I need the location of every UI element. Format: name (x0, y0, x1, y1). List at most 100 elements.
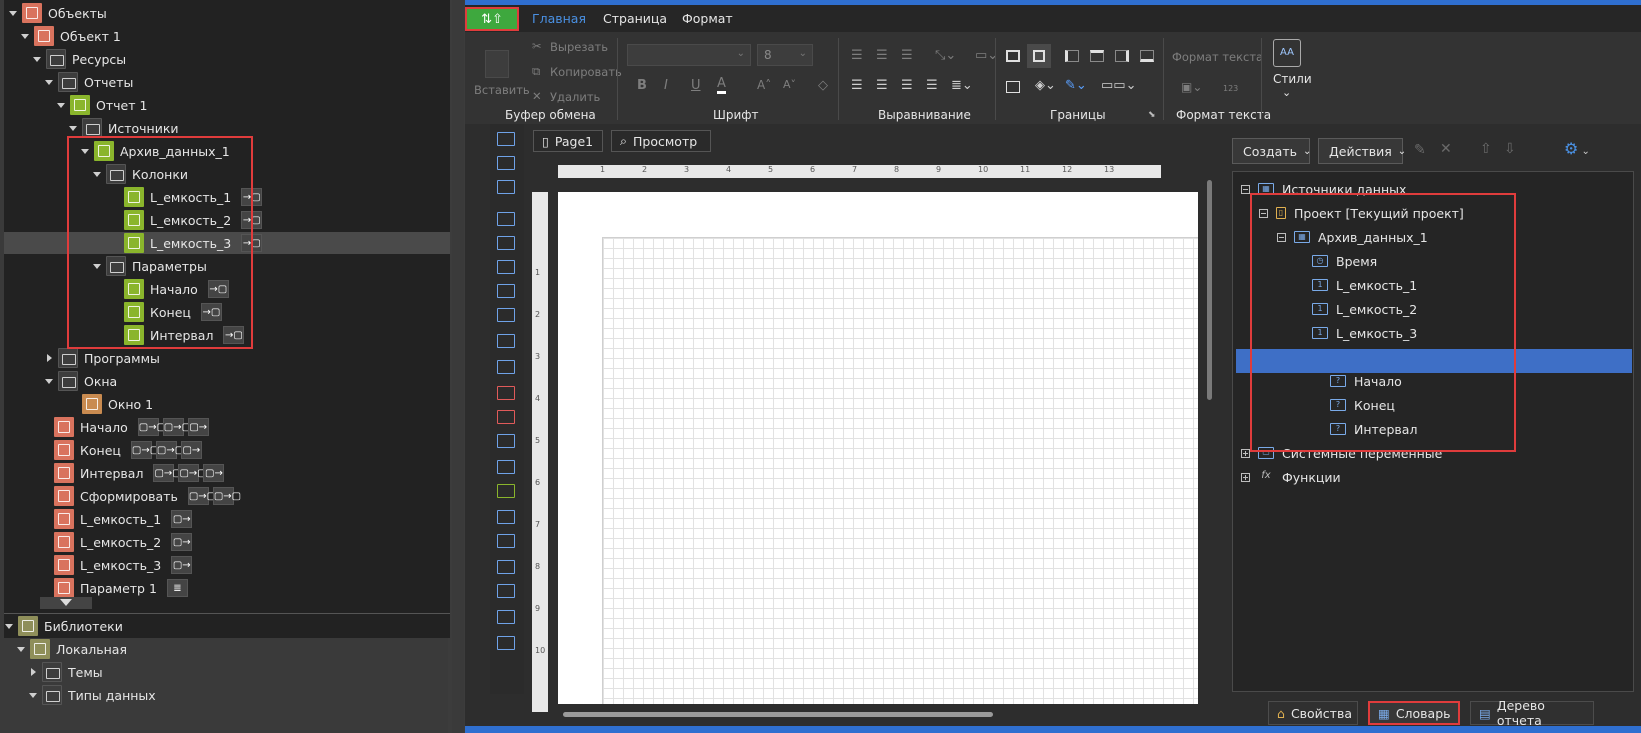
expand-icon[interactable] (1241, 472, 1250, 482)
tree-item[interactable]: Конец ▢→▢ ▢→▢ ▢→ (40, 439, 202, 461)
copy-button[interactable]: Копировать (550, 65, 622, 79)
chevron-down-icon[interactable] (4, 621, 14, 631)
toolbox-component-icon[interactable] (497, 484, 515, 498)
tree-action-button[interactable]: ▢→▢ (155, 441, 184, 459)
canvas-horizontal-scrollbar[interactable] (563, 712, 993, 717)
bold-button[interactable]: B (637, 78, 647, 93)
align-top-left-icon[interactable]: ☰ (851, 48, 863, 63)
create-button[interactable]: Создать ⌄ (1232, 138, 1311, 164)
chevron-down-icon[interactable] (8, 8, 18, 18)
tree-item[interactable]: Параметр 1 ≣ (40, 577, 188, 599)
tree-item[interactable]: Ресурсы (32, 48, 132, 70)
font-color-button[interactable]: A (717, 76, 726, 94)
font-grow-button[interactable]: A˄ (757, 78, 771, 92)
styles-icon[interactable]: AA (1273, 39, 1301, 67)
toolbox-component-icon[interactable] (497, 156, 515, 170)
toolbox-component-icon[interactable] (497, 410, 515, 424)
tree-action-button[interactable]: ▢→▢ (130, 441, 159, 459)
align-center-icon[interactable]: ☰ (876, 78, 888, 93)
align-top-right-icon[interactable]: ☰ (901, 48, 913, 63)
toolbox-component-icon[interactable] (497, 510, 515, 524)
toolbox-component-icon[interactable] (497, 636, 515, 650)
canvas-vertical-scrollbar[interactable] (1205, 180, 1215, 710)
chevron-down-icon[interactable] (32, 54, 42, 64)
border-color-icon[interactable]: ✎⌄ (1065, 78, 1087, 93)
edit-icon[interactable]: ✎ (1414, 142, 1426, 158)
border-left-icon[interactable] (1065, 50, 1079, 62)
chevron-down-icon[interactable] (28, 690, 38, 700)
format-icon[interactable]: ▣⌄ (1181, 80, 1202, 94)
tree-action-button[interactable]: ▢→▢ (178, 464, 207, 482)
align-justify-icon[interactable]: ☰ (926, 78, 938, 93)
tree-item[interactable]: Начало ▢→▢ ▢→▢ ▢→ (40, 416, 209, 438)
tree-item[interactable]: Программы (44, 347, 166, 369)
save-publish-button[interactable]: ⇅⇧ (465, 7, 519, 31)
tree-action-button[interactable]: ▢→ (187, 418, 209, 436)
toolbox-component-icon[interactable] (497, 132, 515, 146)
tab-preview[interactable]: ⌕ Просмотр (611, 130, 711, 152)
tree-item[interactable]: L_емкость_2 ▢→ (40, 531, 193, 553)
tree-action-button[interactable]: ▢→ (171, 556, 193, 574)
actions-button[interactable]: Действия ⌄ (1318, 138, 1406, 164)
toolbox-component-icon[interactable] (497, 360, 515, 374)
tab-report-tree[interactable]: ▤ Дерево отчета (1470, 698, 1594, 728)
tree-item[interactable]: Объект 1 (20, 25, 127, 47)
italic-button[interactable]: I (664, 78, 668, 93)
tree-item[interactable]: L_емкость_1 ▢→ (40, 508, 193, 530)
fill-color-icon[interactable]: ◈⌄ (1035, 78, 1056, 93)
toolbox-component-icon[interactable] (497, 260, 515, 274)
tab-home[interactable]: Главная (532, 11, 586, 26)
library-item[interactable]: Темы (28, 661, 103, 683)
toolbox-component-icon[interactable] (497, 236, 515, 250)
border-style-icon[interactable]: ▭▭⌄ (1101, 78, 1136, 93)
tree-action-button[interactable]: ▢→▢ (153, 464, 182, 482)
toolbox-component-icon[interactable] (497, 560, 515, 574)
library-item[interactable]: Типы данных (28, 684, 156, 706)
tab-properties[interactable]: ⌂ Свойства (1268, 701, 1358, 725)
tree-action-button[interactable]: ▢→ (171, 510, 193, 528)
dialog-launcher-icon[interactable]: ⬊ (1148, 110, 1156, 120)
chevron-down-icon[interactable] (44, 77, 54, 87)
toolbox-component-icon[interactable] (497, 610, 515, 624)
underline-button[interactable]: U (691, 78, 701, 93)
tree-action-button[interactable]: ▢→▢ (137, 418, 166, 436)
tree-action-button[interactable]: ▢→▢ (212, 487, 241, 505)
align-right-icon[interactable]: ☰ (901, 78, 913, 93)
chevron-down-icon[interactable] (68, 123, 78, 133)
chevron-right-icon[interactable] (28, 667, 38, 677)
styles-button[interactable]: Стили (1273, 72, 1312, 86)
border-bottom-icon[interactable] (1140, 50, 1154, 62)
clear-format-icon[interactable]: ◇ (818, 78, 828, 93)
chevron-down-icon[interactable] (16, 644, 26, 654)
expand-icon[interactable] (1241, 448, 1250, 458)
delete-button[interactable]: Удалить (550, 90, 600, 104)
chevron-down-icon[interactable] (56, 100, 66, 110)
toolbox-component-icon[interactable] (497, 460, 515, 474)
toolbox-component-icon[interactable] (497, 334, 515, 348)
toolbox-component-icon[interactable] (497, 434, 515, 448)
border-none-icon[interactable] (1006, 81, 1020, 93)
chevron-down-icon[interactable] (44, 376, 54, 386)
tab-page1[interactable]: ▯ Page1 (533, 130, 603, 152)
tree-action-button[interactable]: ▢→▢ (162, 418, 191, 436)
move-up-icon[interactable]: ⇧ (1480, 141, 1492, 157)
text-format-button[interactable]: Формат текста (1172, 50, 1263, 64)
tab-format[interactable]: Формат (682, 11, 733, 26)
toolbox-component-icon[interactable] (497, 284, 515, 298)
tree-item[interactable]: Отчеты (44, 71, 139, 93)
chevron-right-icon[interactable] (44, 353, 54, 363)
dictionary-item[interactable]: fx Функции (1241, 465, 1341, 489)
tab-page[interactable]: Страница (603, 11, 667, 26)
tree-item[interactable]: Отчет 1 (56, 94, 153, 116)
font-family-select[interactable]: ⌄ (627, 44, 751, 66)
gear-icon[interactable]: ⚙ ⌄ (1564, 139, 1590, 158)
library-item[interactable]: Библиотеки (4, 615, 123, 637)
tree-item[interactable]: L_емкость_3 ▢→ (40, 554, 193, 576)
tree-action-button[interactable]: ≣ (166, 579, 188, 597)
toolbox-component-icon[interactable] (497, 534, 515, 548)
toolbox-component-icon[interactable] (497, 386, 515, 400)
tab-dictionary[interactable]: ▦ Словарь (1368, 701, 1460, 725)
toolbox-component-icon[interactable] (497, 212, 515, 226)
toolbox-component-icon[interactable] (497, 180, 515, 194)
align-top-center-icon[interactable]: ☰ (876, 48, 888, 63)
